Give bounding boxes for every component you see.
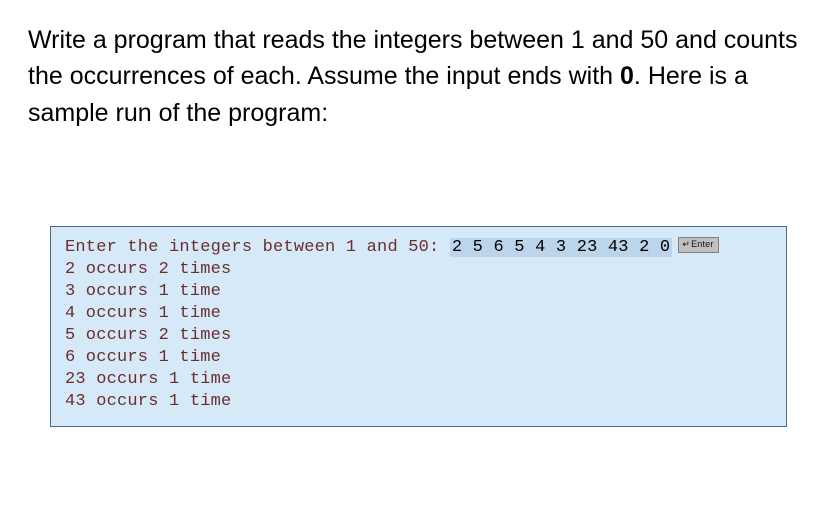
sample-run-box: Enter the integers between 1 and 50: 2 5… (50, 226, 787, 427)
prompt-label: Enter the integers between 1 and 50: (65, 238, 450, 257)
problem-statement: Write a program that reads the integers … (28, 22, 809, 131)
enter-key-badge: Enter (678, 237, 718, 253)
output-line: 5 occurs 2 times (65, 325, 772, 347)
output-line: 43 occurs 1 time (65, 391, 772, 413)
output-line: 6 occurs 1 time (65, 347, 772, 369)
output-line: 3 occurs 1 time (65, 281, 772, 303)
output-line: 4 occurs 1 time (65, 303, 772, 325)
user-input: 2 5 6 5 4 3 23 43 2 0 (450, 238, 672, 257)
sample-input-line: Enter the integers between 1 and 50: 2 5… (65, 237, 772, 259)
output-line: 2 occurs 2 times (65, 259, 772, 281)
output-line: 23 occurs 1 time (65, 369, 772, 391)
problem-text-bold: 0 (620, 62, 634, 90)
